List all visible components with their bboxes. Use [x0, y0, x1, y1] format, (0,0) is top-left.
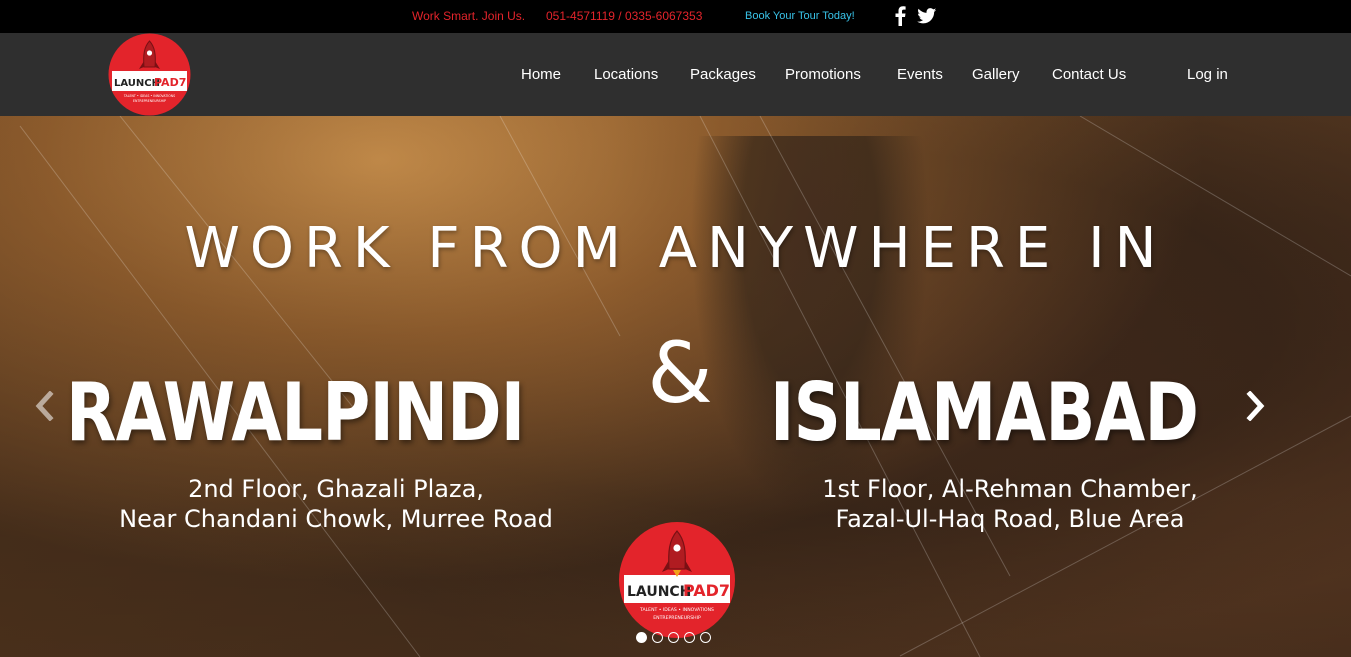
- islamabad-address-line-2: Fazal-Ul-Haq Road, Blue Area: [835, 505, 1185, 533]
- hero-logo-tagline-2: ENTREPRENEURSHIP: [653, 615, 701, 621]
- launchpad7-hero-logo: LAUNCH PAD7 TALENT • IDEAS • INNOVATIONS…: [619, 522, 735, 638]
- facebook-icon[interactable]: [894, 6, 906, 26]
- nav-locations[interactable]: Locations: [594, 66, 658, 83]
- hero-logo-text-pad7: PAD7: [683, 581, 730, 600]
- hero-carousel: WORK FROM ANYWHERE IN & RAWALPINDI ISLAM…: [0, 116, 1351, 657]
- nav-packages[interactable]: Packages: [690, 66, 756, 83]
- hero-logo-text-launch: LAUNCH: [627, 584, 691, 600]
- twitter-icon[interactable]: [917, 8, 937, 24]
- carousel-next-arrow-icon[interactable]: [1242, 391, 1268, 421]
- promo-text: Work Smart. Join Us.: [412, 9, 526, 23]
- nav-gallery[interactable]: Gallery: [972, 66, 1020, 83]
- nav-contact-us[interactable]: Contact Us: [1052, 66, 1126, 83]
- city-islamabad: ISLAMABAD: [770, 366, 1199, 459]
- launchpad7-logo[interactable]: LAUNCH PAD7 TALENT • IDEAS • INNOVATIONS…: [108, 33, 191, 116]
- carousel-dot-3[interactable]: [668, 632, 679, 643]
- carousel-dot-4[interactable]: [684, 632, 695, 643]
- logo-text-pad7: PAD7: [154, 76, 186, 89]
- hero-ampersand: &: [647, 324, 713, 422]
- carousel-prev-arrow-icon[interactable]: [32, 391, 58, 421]
- islamabad-address-line-1: 1st Floor, Al-Rehman Chamber,: [822, 475, 1198, 503]
- carousel-dot-1[interactable]: [636, 632, 647, 643]
- rawalpindi-address-line-1: 2nd Floor, Ghazali Plaza,: [188, 475, 484, 503]
- hero-logo-tagline: TALENT • IDEAS • INNOVATIONS: [639, 607, 714, 613]
- logo-tagline-2: ENTREPRENEURSHIP: [133, 99, 166, 103]
- nav-login[interactable]: Log in: [1187, 66, 1228, 83]
- carousel-dot-2[interactable]: [652, 632, 663, 643]
- city-rawalpindi: RAWALPINDI: [66, 366, 525, 459]
- nav-events[interactable]: Events: [897, 66, 943, 83]
- nav-home[interactable]: Home: [521, 66, 561, 83]
- hero-headline: WORK FROM ANYWHERE IN: [184, 216, 1167, 281]
- logo-tagline: TALENT • IDEAS • INNOVATIONS: [123, 94, 175, 98]
- phone-numbers[interactable]: 051-4571119 / 0335-6067353: [546, 9, 702, 23]
- nav-promotions[interactable]: Promotions: [785, 66, 861, 83]
- top-bar: Work Smart. Join Us. 051-4571119 / 0335-…: [0, 0, 1351, 33]
- main-navbar: LAUNCH PAD7 TALENT • IDEAS • INNOVATIONS…: [0, 33, 1351, 116]
- book-tour-link[interactable]: Book Your Tour Today!: [745, 10, 855, 22]
- carousel-dot-5[interactable]: [700, 632, 711, 643]
- rawalpindi-address-line-2: Near Chandani Chowk, Murree Road: [119, 505, 553, 533]
